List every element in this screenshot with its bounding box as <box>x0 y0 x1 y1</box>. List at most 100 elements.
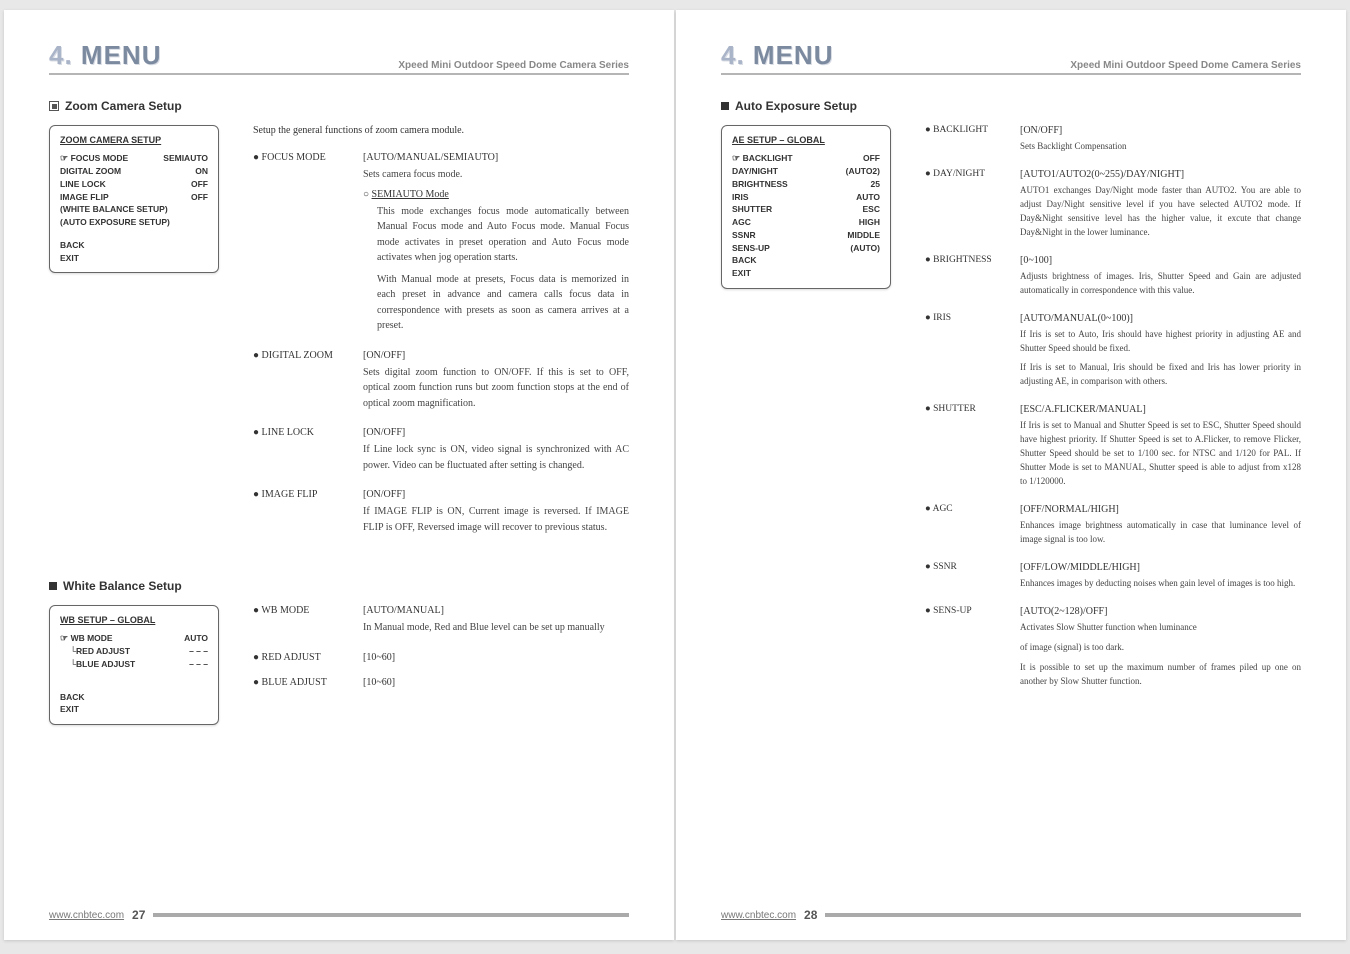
footer-bar <box>153 913 629 917</box>
focus-p2: With Manual mode at presets, Focus data … <box>377 272 629 334</box>
osd-line: WB MODEAUTO <box>60 632 208 646</box>
ae-item: ● AGC[OFF/NORMAL/HIGH] Enhances image bri… <box>925 504 1301 553</box>
item-body: AUTO1 exchanges Day/Night mode faster th… <box>1020 184 1301 240</box>
osd-line: SENS-UP(AUTO) <box>732 242 880 255</box>
osd-back: BACK <box>732 254 880 267</box>
focus-mode-item: ● FOCUS MODE [AUTO/MANUAL/SEMIAUTO] Sets… <box>253 152 629 340</box>
footer: www.cnbtec.com 28 <box>721 908 1301 922</box>
item-body: In Manual mode, Red and Blue level can b… <box>363 620 629 636</box>
section-title: Auto Exposure Setup <box>735 99 857 113</box>
item-bracket: [ON/OFF] <box>363 489 629 500</box>
ae-item: ● SHUTTER[ESC/A.FLICKER/MANUAL]If Iris i… <box>925 404 1301 495</box>
osd-line: IMAGE FLIPOFF <box>60 191 208 204</box>
digital-zoom-item: ● DIGITAL ZOOM [ON/OFF] Sets digital zoo… <box>253 350 629 418</box>
item-body: of image (signal) is too dark. <box>1020 641 1301 655</box>
item-body: If Iris is set to Manual and Shutter Spe… <box>1020 419 1301 489</box>
ae-item: ● SENS-UP[AUTO(2~128)/OFF]Activates Slow… <box>925 606 1301 695</box>
item-body: If Iris is set to Auto, Iris should have… <box>1020 328 1301 356</box>
zoom-camera-osd-box: ZOOM CAMERA SETUP FOCUS MODESEMIAUTODIGI… <box>49 125 219 273</box>
item-label: ● BLUE ADJUST <box>253 677 363 692</box>
intro-text: Setup the general functions of zoom came… <box>253 125 629 136</box>
item-bracket: [AUTO/MANUAL] <box>363 605 629 616</box>
item-label: ● FOCUS MODE <box>253 152 363 340</box>
osd-exit: EXIT <box>732 267 880 280</box>
ae-item: ● SSNR[OFF/LOW/MIDDLE/HIGH]Enhances imag… <box>925 562 1301 597</box>
item-bracket: [AUTO/MANUAL/SEMIAUTO] <box>363 152 629 163</box>
osd-line: BRIGHTNESS25 <box>732 178 880 191</box>
menu-title: 4. MENU <box>721 40 833 71</box>
item-body: Sets Backlight Compensation <box>1020 140 1301 154</box>
section-title: Zoom Camera Setup <box>65 99 182 113</box>
focus-p1: This mode exchanges focus mode automatic… <box>377 204 629 266</box>
zoom-camera-section: Zoom Camera Setup <box>49 99 629 113</box>
item-bracket: [OFF/NORMAL/HIGH] <box>1020 504 1301 515</box>
item-bracket: [10~60] <box>363 677 629 688</box>
item-label: ● SENS-UP <box>925 606 1020 695</box>
menu-number: 4. <box>721 40 745 70</box>
osd-title: WB SETUP – GLOBAL <box>60 614 208 628</box>
menu-word: MENU <box>81 40 162 70</box>
item-label: ● BACKLIGHT <box>925 125 1020 160</box>
item-body: It is possible to set up the maximum num… <box>1020 661 1301 689</box>
osd-line: (WHITE BALANCE SETUP) <box>60 203 208 216</box>
section-bullet-icon <box>721 102 729 110</box>
wb-osd-box: WB SETUP – GLOBAL WB MODEAUTO└RED ADJUST… <box>49 605 219 725</box>
series-label: Xpeed Mini Outdoor Speed Dome Camera Ser… <box>398 60 629 71</box>
blue-adjust-item: ● BLUE ADJUST [10~60] <box>253 677 629 692</box>
ae-item: ● BACKLIGHT[ON/OFF]Sets Backlight Compen… <box>925 125 1301 160</box>
ae-item: ● IRIS[AUTO/MANUAL(0~100)] If Iris is set… <box>925 313 1301 396</box>
item-bracket: [ON/OFF] <box>363 350 629 361</box>
page-right: 4. MENU Xpeed Mini Outdoor Speed Dome Ca… <box>676 10 1346 940</box>
item-body: If Line lock sync is ON, video signal is… <box>363 442 629 473</box>
semiauto-sub: ○ SEMIAUTO Mode <box>363 189 629 200</box>
osd-line: FOCUS MODESEMIAUTO <box>60 152 208 166</box>
osd-line: BACKLIGHTOFF <box>732 152 880 166</box>
item-body: Enhances image brightness automatically … <box>1020 519 1301 547</box>
item-bracket: [AUTO/MANUAL(0~100)] <box>1020 313 1301 324</box>
osd-line: IRISAUTO <box>732 191 880 204</box>
item-label: ● AGC <box>925 504 1020 553</box>
osd-line: AGCHIGH <box>732 216 880 229</box>
page-left: 4. MENU Xpeed Mini Outdoor Speed Dome Ca… <box>4 10 674 940</box>
osd-title: ZOOM CAMERA SETUP <box>60 134 208 148</box>
menu-word: MENU <box>753 40 834 70</box>
auto-exposure-section: Auto Exposure Setup <box>721 99 1301 113</box>
item-label: ● IMAGE FLIP <box>253 489 363 541</box>
item-label: ● LINE LOCK <box>253 427 363 479</box>
item-label: ● IRIS <box>925 313 1020 396</box>
item-label: ● SSNR <box>925 562 1020 597</box>
menu-number: 4. <box>49 40 73 70</box>
item-label: ● RED ADJUST <box>253 652 363 667</box>
section-title: White Balance Setup <box>63 579 182 593</box>
menu-title: 4. MENU <box>49 40 161 71</box>
item-body: Adjusts brightness of images. Iris, Shut… <box>1020 270 1301 298</box>
sub-mode-label: SEMIAUTO Mode <box>372 189 449 200</box>
osd-back: BACK <box>60 691 208 704</box>
footer: www.cnbtec.com 27 <box>49 908 629 922</box>
osd-title: AE SETUP – GLOBAL <box>732 134 880 148</box>
osd-back: BACK <box>60 239 208 252</box>
header: 4. MENU Xpeed Mini Outdoor Speed Dome Ca… <box>721 40 1301 75</box>
osd-line: LINE LOCKOFF <box>60 178 208 191</box>
osd-exit: EXIT <box>60 703 208 716</box>
footer-url: www.cnbtec.com <box>49 910 124 921</box>
osd-line: DAY/NIGHT(AUTO2) <box>732 165 880 178</box>
item-bracket: [ESC/A.FLICKER/MANUAL] <box>1020 404 1301 415</box>
footer-bar <box>825 913 1301 917</box>
item-bracket: [AUTO1/AUTO2(0~255)/DAY/NIGHT] <box>1020 169 1301 180</box>
item-label: ● BRIGHTNESS <box>925 255 1020 304</box>
line-lock-item: ● LINE LOCK [ON/OFF] If Line lock sync i… <box>253 427 629 479</box>
image-flip-item: ● IMAGE FLIP [ON/OFF] If IMAGE FLIP is O… <box>253 489 629 541</box>
footer-url: www.cnbtec.com <box>721 910 796 921</box>
white-balance-section: White Balance Setup <box>49 579 629 593</box>
item-bracket: [AUTO(2~128)/OFF] <box>1020 606 1301 617</box>
item-bracket: [ON/OFF] <box>363 427 629 438</box>
item-body: If IMAGE FLIP is ON, Current image is re… <box>363 504 629 535</box>
ae-item: ● DAY/NIGHT[AUTO1/AUTO2(0~255)/DAY/NIGHT… <box>925 169 1301 246</box>
red-adjust-item: ● RED ADJUST [10~60] <box>253 652 629 667</box>
ae-osd-box: AE SETUP – GLOBAL BACKLIGHTOFFDAY/NIGHT(… <box>721 125 891 289</box>
osd-line: └RED ADJUST– – – <box>60 645 208 658</box>
ae-item: ● BRIGHTNESS[0~100]Adjusts brightness of… <box>925 255 1301 304</box>
item-body: Sets camera focus mode. <box>363 167 629 183</box>
header: 4. MENU Xpeed Mini Outdoor Speed Dome Ca… <box>49 40 629 75</box>
